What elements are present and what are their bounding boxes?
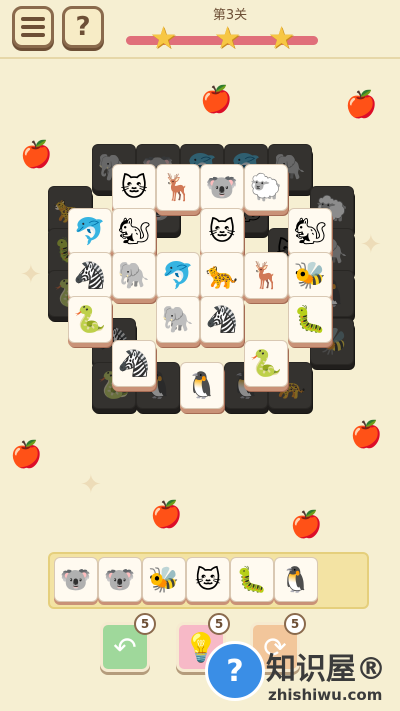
dolphin-icon: 🐬	[73, 216, 107, 247]
board-tile[interactable]: 🐘	[112, 252, 156, 299]
board-tile[interactable]: 🦓	[112, 340, 156, 387]
board-tile[interactable]: 🐬	[68, 208, 112, 255]
caterpillar-icon: 🐛	[236, 564, 268, 594]
board-tile[interactable]: 🐱	[200, 208, 244, 255]
board-tile[interactable]: 🐨	[200, 164, 244, 211]
deer-icon: 🦌	[249, 260, 283, 291]
sheep-icon: 🐑	[249, 172, 283, 203]
board-tile[interactable]: 🐘	[156, 296, 200, 343]
bee-icon: 🐝	[293, 260, 327, 291]
undo-arrow-icon: ↶	[113, 630, 137, 664]
board-tile[interactable]: 🐬	[156, 252, 200, 299]
tray-tile: 🐨	[98, 557, 142, 602]
board-tile[interactable]: 🦓	[200, 296, 244, 343]
shuffle-count-badge: 5	[284, 613, 306, 635]
tray-tile: 🐨	[54, 557, 98, 602]
elephant-icon: 🐘	[161, 304, 195, 335]
bee-icon: 🐝	[148, 564, 180, 594]
board-tile[interactable]: 🐿	[112, 208, 156, 255]
caterpillar-icon: 🐛	[293, 304, 327, 335]
board-tile[interactable]: 🦌	[244, 252, 288, 299]
board-tile[interactable]: 🐍	[68, 296, 112, 343]
squirrel-icon: 🐿	[293, 216, 327, 247]
board-tile[interactable]: 🐧	[180, 362, 224, 409]
cat-icon: 🐱	[120, 172, 148, 203]
zebra-icon: 🦓	[205, 304, 239, 335]
tray-tile: 🐝	[142, 557, 186, 602]
board-tile[interactable]: 🐛	[288, 296, 332, 343]
snake-icon: 🐍	[249, 348, 283, 379]
koala-icon: 🐨	[205, 172, 239, 203]
tray-tile: 🐱	[186, 557, 230, 602]
watermark-question-icon: ?	[226, 653, 244, 689]
board-tile[interactable]: 🐱	[112, 164, 156, 211]
snake-icon: 🐍	[73, 304, 107, 335]
squirrel-icon: 🐿	[117, 216, 151, 247]
cat-icon: 🐱	[208, 216, 236, 247]
koala-icon: 🐨	[104, 564, 136, 594]
penguin-icon: 🐧	[280, 564, 312, 594]
undo-count-badge: 5	[134, 613, 156, 635]
hint-count-badge: 5	[208, 613, 230, 635]
board-tile[interactable]: 🐝	[288, 252, 332, 299]
watermark-domain: zhishiwu.com	[268, 686, 383, 704]
watermark-logo: ?	[205, 641, 265, 701]
board-tile[interactable]: 🐑	[244, 164, 288, 211]
tray-tile: 🐛	[230, 557, 274, 602]
koala-icon: 🐨	[60, 564, 92, 594]
board-tile[interactable]: 🦓	[68, 252, 112, 299]
board-tile[interactable]: 🦌	[156, 164, 200, 211]
cat-icon: 🐱	[194, 565, 222, 594]
dolphin-icon: 🐬	[161, 260, 195, 291]
board-tile[interactable]: 🐍	[244, 340, 288, 387]
board-tile[interactable]: 🐿	[288, 208, 332, 255]
penguin-icon: 🐧	[185, 370, 219, 401]
zebra-icon: 🦓	[73, 260, 107, 291]
board-tile[interactable]: 🐆	[200, 252, 244, 299]
zebra-icon: 🦓	[117, 348, 151, 379]
tray-tile: 🐧	[274, 557, 318, 602]
elephant-icon: 🐘	[117, 260, 151, 291]
leopard-icon: 🐆	[205, 260, 239, 291]
deer-icon: 🦌	[161, 172, 195, 203]
watermark-brand: 知识屋®	[266, 652, 386, 687]
